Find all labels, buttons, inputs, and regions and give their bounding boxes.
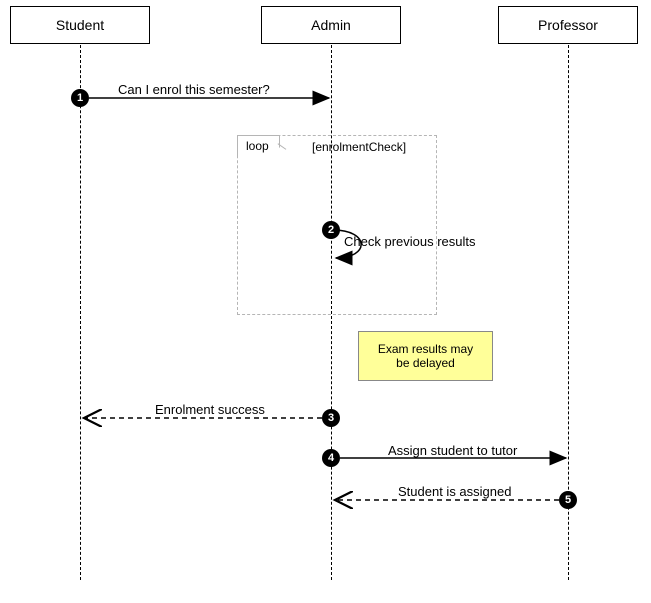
msg-4-label: Assign student to tutor [388, 443, 517, 458]
participant-student-label: Student [56, 17, 104, 33]
seq-badge-3: 3 [322, 409, 340, 427]
msg-3-label: Enrolment success [155, 402, 265, 417]
loop-fragment-guard: [enrolmentCheck] [312, 140, 406, 154]
loop-fragment-label: loop [246, 139, 269, 153]
msg-2-label: Check previous results [344, 234, 476, 249]
seq-badge-5: 5 [559, 491, 577, 509]
seq-badge-2: 2 [322, 221, 340, 239]
loop-fragment-label-tab: loop [237, 135, 280, 156]
participant-admin-label: Admin [311, 17, 351, 33]
note-box: Exam results may be delayed [358, 331, 493, 381]
participant-professor-label: Professor [538, 17, 598, 33]
participant-student: Student [10, 6, 150, 44]
note-line1: Exam results may [378, 342, 473, 356]
seq-badge-1: 1 [71, 89, 89, 107]
msg-1-label: Can I enrol this semester? [118, 82, 270, 97]
participant-admin: Admin [261, 6, 401, 44]
lifeline-student [80, 45, 81, 580]
seq-badge-4: 4 [322, 449, 340, 467]
participant-professor: Professor [498, 6, 638, 44]
msg-5-label: Student is assigned [398, 484, 511, 499]
note-line2: be delayed [396, 356, 455, 370]
sequence-diagram: Student Admin Professor loop [enrolmentC… [0, 0, 651, 603]
